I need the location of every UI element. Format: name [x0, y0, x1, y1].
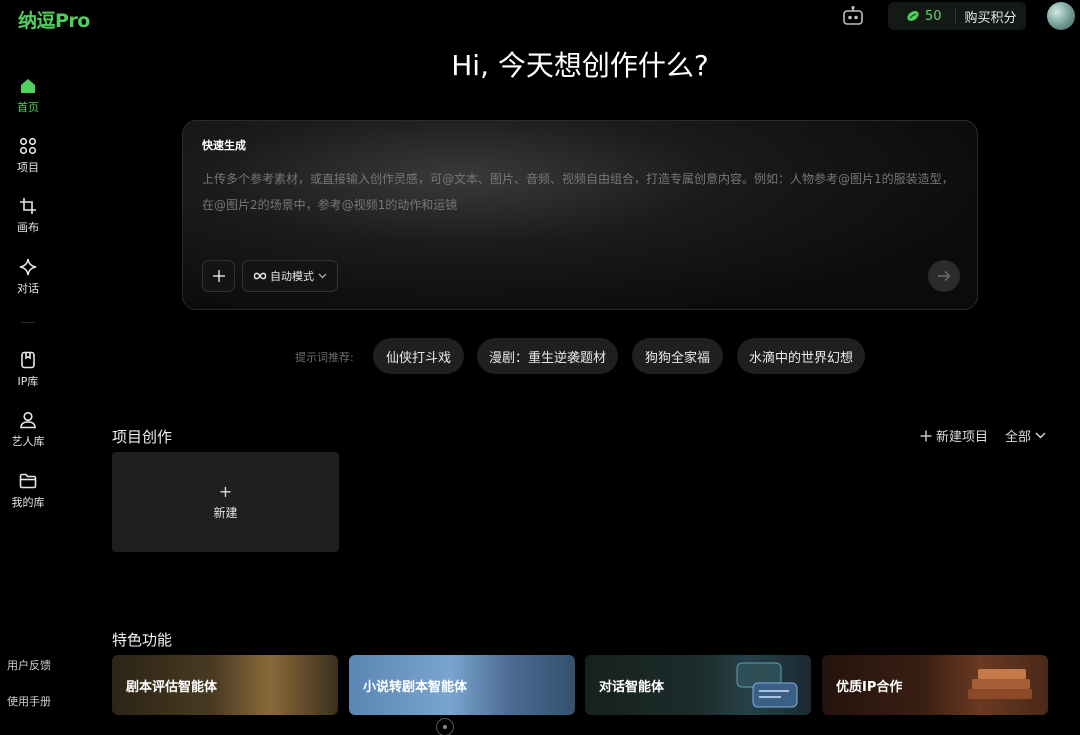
suggestion-chip[interactable]: 水滴中的世界幻想 [737, 338, 865, 374]
sidebar-divider [21, 322, 35, 323]
feature-card-label: 剧本评估智能体 [126, 679, 218, 695]
manual-link[interactable]: 使用手册 [7, 693, 51, 709]
scroll-indicator[interactable] [436, 718, 454, 735]
sidebar-item-label: 首页 [17, 101, 39, 114]
feature-card-label: 小说转剧本智能体 [363, 679, 468, 695]
feature-card-label: 优质IP合作 [836, 679, 903, 695]
suggestion-chip[interactable]: 仙侠打斗戏 [373, 338, 464, 374]
sidebar-item-label: 艺人库 [11, 435, 45, 448]
new-project-label: 新建项目 [936, 430, 989, 445]
buy-credits-button[interactable]: 购买积分 [965, 7, 1017, 26]
feature-card-label: 对话智能体 [599, 679, 665, 695]
folder-icon [19, 473, 37, 489]
new-project-card[interactable]: + 新建 [112, 452, 339, 552]
credits-pill[interactable]: 50 购买积分 [888, 2, 1026, 30]
user-icon [20, 411, 36, 429]
sidebar-item-label: 我的库 [11, 496, 45, 509]
sidebar-item-my-library[interactable]: 我的库 [0, 472, 56, 510]
feature-card-chat-agent[interactable]: 对话智能体 [585, 655, 811, 715]
infinity-icon [253, 272, 267, 280]
quick-generate-label: 快速生成 [202, 139, 246, 152]
features-title: 特色功能 [112, 631, 173, 649]
send-button[interactable] [928, 260, 960, 292]
plus-icon [212, 270, 225, 282]
sidebar-item-label: 对话 [17, 282, 39, 295]
sidebar-item-label: 画布 [17, 221, 39, 234]
sidebar-item-label: IP库 [17, 375, 39, 388]
crop-icon [20, 198, 36, 214]
bookmark-icon [21, 351, 35, 369]
arrow-right-icon [938, 270, 951, 282]
suggestions-label: 提示词推荐: [295, 351, 354, 364]
mode-select[interactable]: 自动模式 [242, 260, 338, 292]
sparkle-icon [19, 258, 37, 276]
chat-bubbles-icon [736, 662, 798, 708]
sidebar-item-ip-library[interactable]: IP库 [0, 351, 56, 389]
avatar[interactable] [1047, 2, 1075, 30]
feature-card-ip-cooperation[interactable]: 优质IP合作 [822, 655, 1048, 715]
mode-label: 自动模式 [270, 270, 314, 283]
sidebar-item-artists[interactable]: 艺人库 [0, 411, 56, 449]
sidebar-item-label: 项目 [17, 161, 39, 174]
books-icon [968, 669, 1032, 699]
suggestion-chip[interactable]: 漫剧：重生逆袭题材 [477, 338, 618, 374]
feature-card-novel-to-script[interactable]: 小说转剧本智能体 [349, 655, 575, 715]
filter-label: 全部 [1005, 430, 1032, 445]
bean-icon [907, 11, 919, 21]
sidebar-item-projects[interactable]: 项目 [0, 137, 56, 175]
new-project-button[interactable]: 新建项目 [920, 426, 988, 445]
app-logo[interactable]: 纳逗Pro [18, 6, 90, 33]
prompt-input[interactable]: 上传多个参考素材，或直接输入创作灵感，可@文本、图片、音频、视频自由组合，打造专… [202, 166, 960, 218]
feedback-link[interactable]: 用户反馈 [7, 657, 51, 673]
page-title: Hi, 今天想创作什么? [451, 49, 709, 82]
feature-card-script-evaluation[interactable]: 剧本评估智能体 [112, 655, 338, 715]
plus-icon [920, 430, 932, 441]
add-asset-button[interactable] [202, 260, 235, 292]
suggestion-chip[interactable]: 狗狗全家福 [632, 338, 723, 374]
sidebar-item-canvas[interactable]: 画布 [0, 197, 56, 235]
projects-title: 项目创作 [112, 428, 173, 446]
sidebar-item-chat[interactable]: 对话 [0, 258, 56, 296]
project-filter-select[interactable]: 全部 [1005, 426, 1046, 445]
new-card-label: 新建 [213, 505, 238, 520]
grid-dots-icon [19, 137, 37, 155]
chevron-down-icon [318, 273, 327, 279]
plus-icon: + [218, 481, 233, 501]
divider [954, 9, 956, 23]
robot-icon[interactable] [842, 6, 864, 26]
credits-count: 50 [925, 8, 942, 24]
chevron-down-icon [1035, 432, 1046, 439]
quick-generate-card: 快速生成 上传多个参考素材，或直接输入创作灵感，可@文本、图片、音频、视频自由组… [182, 120, 978, 310]
